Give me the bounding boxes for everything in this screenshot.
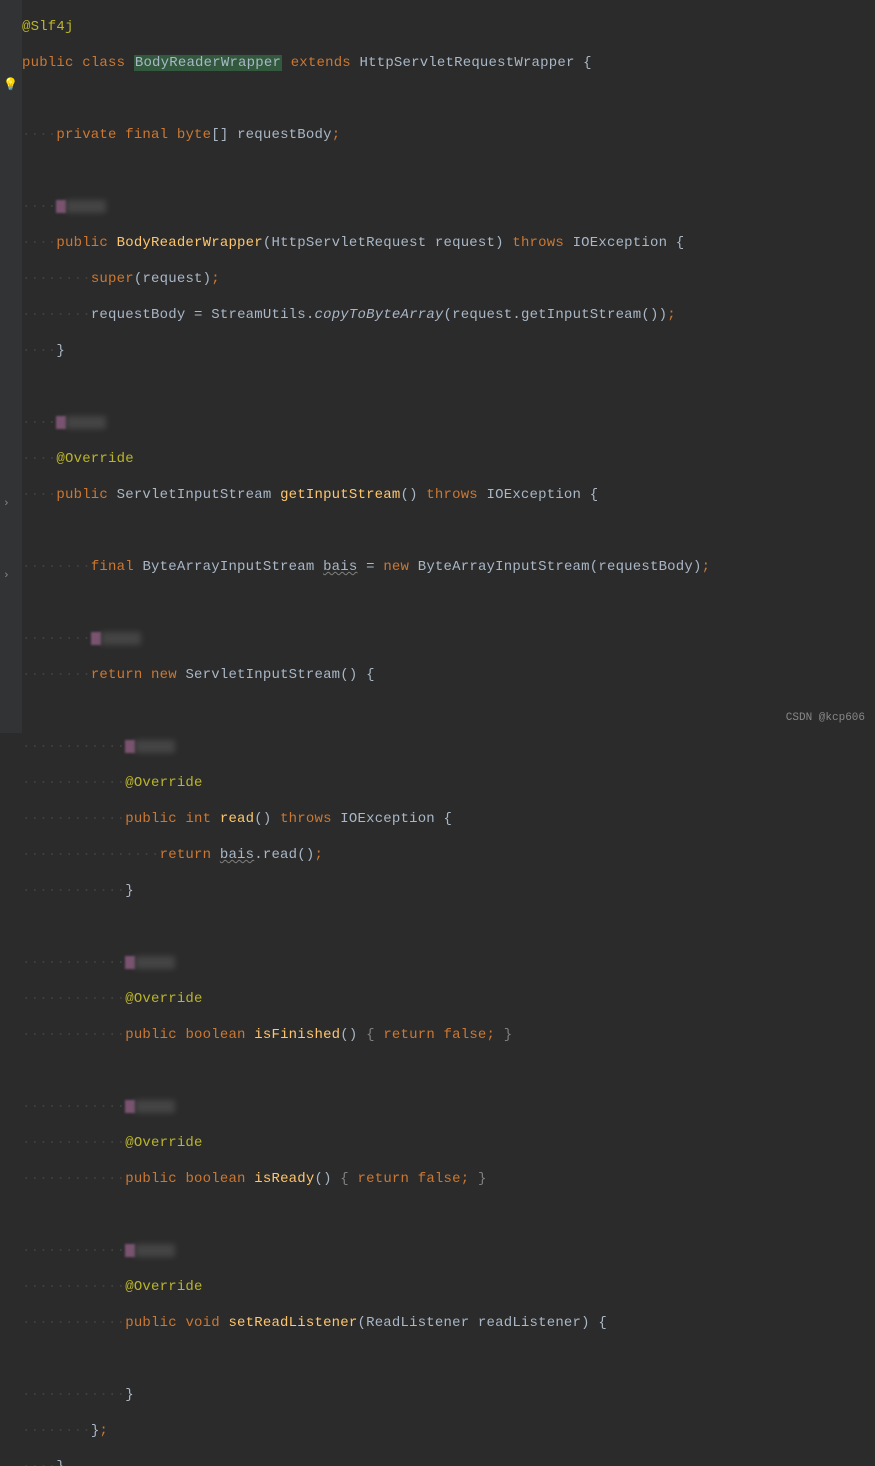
code-editor[interactable]: 💡 › › @Slf4j public class BodyReaderWrap… [0, 0, 875, 733]
gutter: 💡 › › [0, 0, 22, 733]
code-area[interactable]: @Slf4j public class BodyReaderWrapper ex… [22, 0, 875, 733]
intention-bulb-icon[interactable]: 💡 [3, 76, 18, 94]
fold-arrow-icon[interactable]: › [3, 495, 10, 513]
class-name-highlight: BodyReaderWrapper [134, 55, 282, 71]
watermark: CSDN @kcp606 [786, 709, 865, 727]
author-tag [56, 200, 66, 213]
annotation: @Slf4j [22, 19, 74, 35]
fold-arrow-icon[interactable]: › [3, 567, 10, 585]
